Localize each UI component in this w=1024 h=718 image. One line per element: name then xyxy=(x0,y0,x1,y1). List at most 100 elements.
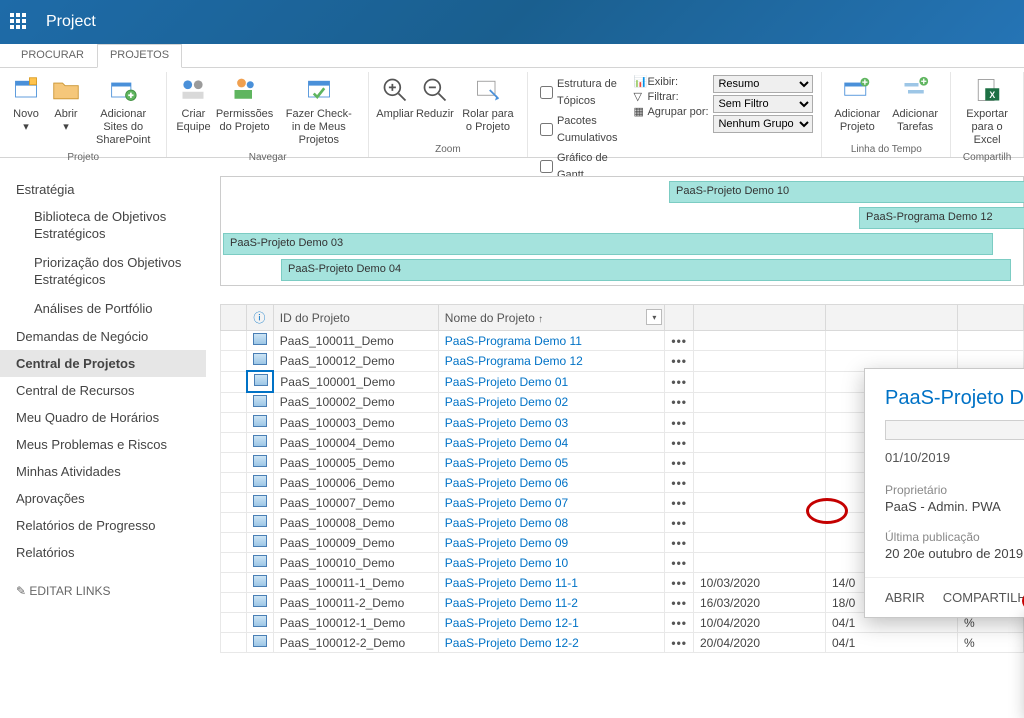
col-project-name[interactable]: Nome do Projeto ↑▾ xyxy=(438,305,665,331)
row-selector[interactable] xyxy=(221,613,247,633)
col-pct[interactable] xyxy=(957,305,1023,331)
row-selector[interactable] xyxy=(221,453,247,473)
row-selector[interactable] xyxy=(221,413,247,433)
filter-select[interactable]: Sem Filtro xyxy=(713,95,813,113)
zoom-in-button[interactable]: Ampliar xyxy=(375,72,415,123)
row-selector[interactable] xyxy=(221,351,247,372)
tab-projects[interactable]: PROJETOS xyxy=(97,44,182,68)
ellipsis-icon[interactable]: ••• xyxy=(671,334,687,348)
row-name[interactable]: PaaS-Projeto Demo 11-2 xyxy=(438,593,665,613)
row-menu[interactable]: ••• xyxy=(665,453,694,473)
ellipsis-icon[interactable]: ••• xyxy=(671,436,687,450)
row-selector[interactable] xyxy=(221,371,247,392)
row-name[interactable]: PaaS-Programa Demo 11 xyxy=(438,331,665,351)
timeline-bar[interactable]: PaaS-Projeto Demo 04 xyxy=(281,259,1011,281)
ellipsis-icon[interactable]: ••• xyxy=(671,616,687,630)
nav-objectives-priority[interactable]: Priorização dos Objetivos Estratégicos xyxy=(16,249,206,295)
create-team-button[interactable]: Criar Equipe xyxy=(173,72,213,136)
card-open-button[interactable]: ABRIR xyxy=(885,590,925,605)
row-menu[interactable]: ••• xyxy=(665,413,694,433)
outline-checkbox[interactable]: Estrutura de Tópicos xyxy=(536,74,622,111)
row-menu[interactable]: ••• xyxy=(665,392,694,413)
row-menu[interactable]: ••• xyxy=(665,553,694,573)
row-menu[interactable]: ••• xyxy=(665,633,694,653)
ellipsis-icon[interactable]: ••• xyxy=(671,416,687,430)
ellipsis-icon[interactable]: ••• xyxy=(671,516,687,530)
card-share-button[interactable]: COMPARTILHAR xyxy=(943,590,1024,605)
nav-objectives-library[interactable]: Biblioteca de Objetivos Estratégicos xyxy=(16,203,206,249)
timeline-bar[interactable]: PaaS-Programa Demo 12 xyxy=(859,207,1024,229)
row-selector[interactable] xyxy=(221,533,247,553)
row-menu[interactable]: ••• xyxy=(665,593,694,613)
row-name[interactable]: PaaS-Projeto Demo 08 xyxy=(438,513,665,533)
ellipsis-icon[interactable]: ••• xyxy=(671,375,687,389)
col-selector[interactable] xyxy=(221,305,247,331)
ellipsis-icon[interactable]: ••• xyxy=(671,536,687,550)
row-menu[interactable]: ••• xyxy=(665,493,694,513)
nav-progress-reports[interactable]: Relatórios de Progresso xyxy=(16,512,206,539)
timeline[interactable]: PaaS-Projeto Demo 10 PaaS-Programa Demo 1… xyxy=(220,176,1024,286)
export-excel-button[interactable]: XExportar para o Excel xyxy=(957,72,1017,150)
nav-demands[interactable]: Demandas de Negócio xyxy=(16,323,206,350)
row-menu[interactable]: ••• xyxy=(665,573,694,593)
nav-project-center[interactable]: Central de Projetos xyxy=(0,350,206,377)
nav-reports[interactable]: Relatórios xyxy=(16,539,206,566)
row-selector[interactable] xyxy=(221,493,247,513)
open-button[interactable]: Abrir ▾ xyxy=(46,72,86,136)
ellipsis-icon[interactable]: ••• xyxy=(671,354,687,368)
row-selector[interactable] xyxy=(221,553,247,573)
row-selector[interactable] xyxy=(221,573,247,593)
checkin-projects-button[interactable]: Fazer Check-in de Meus Projetos xyxy=(276,72,362,150)
row-selector[interactable] xyxy=(221,331,247,351)
nav-resource-center[interactable]: Central de Recursos xyxy=(16,377,206,404)
row-selector[interactable] xyxy=(221,513,247,533)
timeline-bar[interactable]: PaaS-Projeto Demo 10 xyxy=(669,181,1024,203)
row-name[interactable]: PaaS-Projeto Demo 02 xyxy=(438,392,665,413)
nav-issues-risks[interactable]: Meus Problemas e Riscos xyxy=(16,431,206,458)
ellipsis-icon[interactable]: ••• xyxy=(671,496,687,510)
row-menu[interactable]: ••• xyxy=(665,513,694,533)
row-name[interactable]: PaaS-Projeto Demo 12-1 xyxy=(438,613,665,633)
scroll-to-project-button[interactable]: Rolar para o Projeto xyxy=(455,72,521,136)
table-row[interactable]: PaaS_100011_DemoPaaS-Programa Demo 11••• xyxy=(221,331,1024,351)
col-date2[interactable] xyxy=(825,305,957,331)
row-menu[interactable]: ••• xyxy=(665,473,694,493)
timeline-bar[interactable]: PaaS-Projeto Demo 03 xyxy=(223,233,993,255)
group-select[interactable]: Nenhum Grupo xyxy=(713,115,813,133)
nav-strategy[interactable]: Estratégia xyxy=(16,176,206,203)
ellipsis-icon[interactable]: ••• xyxy=(671,556,687,570)
row-menu[interactable]: ••• xyxy=(665,613,694,633)
rollup-checkbox[interactable]: Pacotes Cumulativos xyxy=(536,111,622,148)
app-launcher-icon[interactable] xyxy=(10,13,28,31)
row-name[interactable]: PaaS-Projeto Demo 12-2 xyxy=(438,633,665,653)
ellipsis-icon[interactable]: ••• xyxy=(671,596,687,610)
ellipsis-icon[interactable]: ••• xyxy=(671,456,687,470)
col-date1[interactable] xyxy=(693,305,825,331)
row-selector[interactable] xyxy=(221,392,247,413)
new-button[interactable]: Novo ▾ xyxy=(6,72,46,136)
row-name[interactable]: PaaS-Projeto Demo 06 xyxy=(438,473,665,493)
row-name[interactable]: PaaS-Projeto Demo 11-1 xyxy=(438,573,665,593)
row-name[interactable]: PaaS-Projeto Demo 03 xyxy=(438,413,665,433)
col-dropdown-icon[interactable]: ▾ xyxy=(646,309,662,325)
row-selector[interactable] xyxy=(221,433,247,453)
row-selector[interactable] xyxy=(221,633,247,653)
nav-timesheet[interactable]: Meu Quadro de Horários xyxy=(16,404,206,431)
row-menu[interactable]: ••• xyxy=(665,433,694,453)
row-menu[interactable]: ••• xyxy=(665,331,694,351)
row-name[interactable]: PaaS-Projeto Demo 01 xyxy=(438,371,665,392)
row-selector[interactable] xyxy=(221,593,247,613)
tab-browse[interactable]: PROCURAR xyxy=(8,44,97,67)
ellipsis-icon[interactable]: ••• xyxy=(671,576,687,590)
row-name[interactable]: PaaS-Projeto Demo 07 xyxy=(438,493,665,513)
row-menu[interactable]: ••• xyxy=(665,533,694,553)
ellipsis-icon[interactable]: ••• xyxy=(671,395,687,409)
row-name[interactable]: PaaS-Projeto Demo 10 xyxy=(438,553,665,573)
nav-my-activities[interactable]: Minhas Atividades xyxy=(16,458,206,485)
row-name[interactable]: PaaS-Projeto Demo 05 xyxy=(438,453,665,473)
zoom-out-button[interactable]: Reduzir xyxy=(415,72,455,123)
project-permissions-button[interactable]: Permissões do Projeto xyxy=(213,72,275,136)
view-select[interactable]: Resumo xyxy=(713,75,813,93)
add-tasks-timeline-button[interactable]: Adicionar Tarefas xyxy=(886,72,944,136)
row-name[interactable]: PaaS-Projeto Demo 04 xyxy=(438,433,665,453)
